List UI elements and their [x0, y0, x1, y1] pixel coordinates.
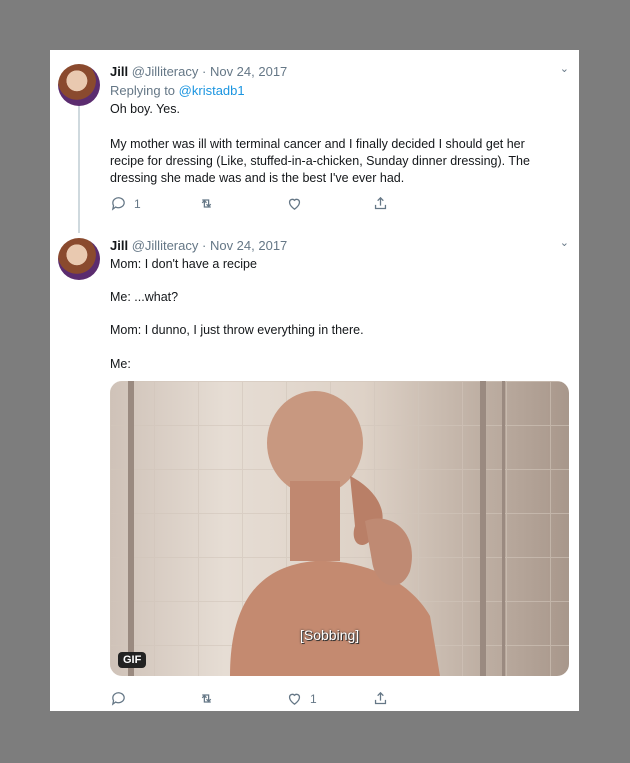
- separator: ·: [201, 64, 207, 79]
- share-icon: [374, 691, 387, 705]
- gif-media[interactable]: [Sobbing] GIF: [110, 381, 569, 676]
- gif-caption: [Sobbing]: [300, 627, 360, 643]
- tweet-1: Jill @Jilliteracy · Nov 24, 2017 ⌄ Reply…: [50, 50, 579, 233]
- tweet-text-line: Oh boy. Yes.: [110, 102, 180, 116]
- retweet-button[interactable]: [198, 195, 215, 212]
- reply-icon: [111, 197, 125, 211]
- tweet-date[interactable]: Nov 24, 2017: [210, 64, 287, 79]
- like-button[interactable]: [286, 195, 310, 212]
- tweet-actions: 1: [110, 195, 410, 215]
- tweet-text-line: My mother was ill with terminal cancer a…: [110, 137, 525, 151]
- chevron-down-icon[interactable]: ⌄: [560, 62, 569, 75]
- tweet-text-line: recipe for dressing (Like, stuffed-in-a-…: [110, 154, 530, 168]
- chevron-down-icon[interactable]: ⌄: [560, 236, 569, 249]
- avatar[interactable]: [58, 64, 100, 106]
- tweet-card: Jill @Jilliteracy · Nov 24, 2017 ⌄ Reply…: [50, 50, 579, 711]
- avatar[interactable]: [58, 238, 100, 280]
- replying-to: Replying to @kristadb1: [110, 82, 245, 99]
- tweet-text-line: dressing she made was and is the best I'…: [110, 171, 405, 185]
- gif-badge: GIF: [118, 652, 147, 668]
- separator: ·: [201, 238, 207, 253]
- share-button[interactable]: [372, 690, 389, 707]
- tweet-date[interactable]: Nov 24, 2017: [210, 238, 287, 253]
- thread-line: [78, 106, 80, 233]
- tweet-text-line: Me:: [110, 357, 131, 371]
- display-name[interactable]: Jill: [110, 64, 128, 79]
- display-name[interactable]: Jill: [110, 238, 128, 253]
- retweet-icon: [201, 694, 212, 703]
- like-icon: [288, 693, 301, 705]
- tweet-header: Jill @Jilliteracy · Nov 24, 2017: [110, 64, 287, 79]
- reply-count: 1: [134, 196, 141, 211]
- retweet-button[interactable]: [198, 690, 215, 707]
- retweet-icon: [201, 199, 212, 208]
- share-icon: [374, 196, 387, 210]
- share-button[interactable]: [372, 195, 389, 212]
- handle[interactable]: @Jilliteracy: [132, 238, 199, 253]
- reply-button[interactable]: 1: [110, 195, 141, 212]
- like-icon: [288, 198, 301, 210]
- tweet-text-line: Mom: I don't have a recipe: [110, 257, 257, 271]
- tweet-actions: 1: [110, 690, 410, 710]
- like-button[interactable]: 1: [286, 690, 317, 707]
- reply-button[interactable]: [110, 690, 134, 707]
- handle[interactable]: @Jilliteracy: [132, 64, 199, 79]
- tweet-header: Jill @Jilliteracy · Nov 24, 2017: [110, 238, 287, 253]
- tweet-text-line: Me: ...what?: [110, 290, 179, 304]
- tweet-text-line: Mom: I dunno, I just throw everything in…: [110, 323, 364, 337]
- reply-prefix: Replying to: [110, 83, 176, 98]
- like-count: 1: [310, 691, 317, 706]
- reply-icon: [111, 692, 125, 706]
- reply-to-link[interactable]: @kristadb1: [179, 83, 245, 98]
